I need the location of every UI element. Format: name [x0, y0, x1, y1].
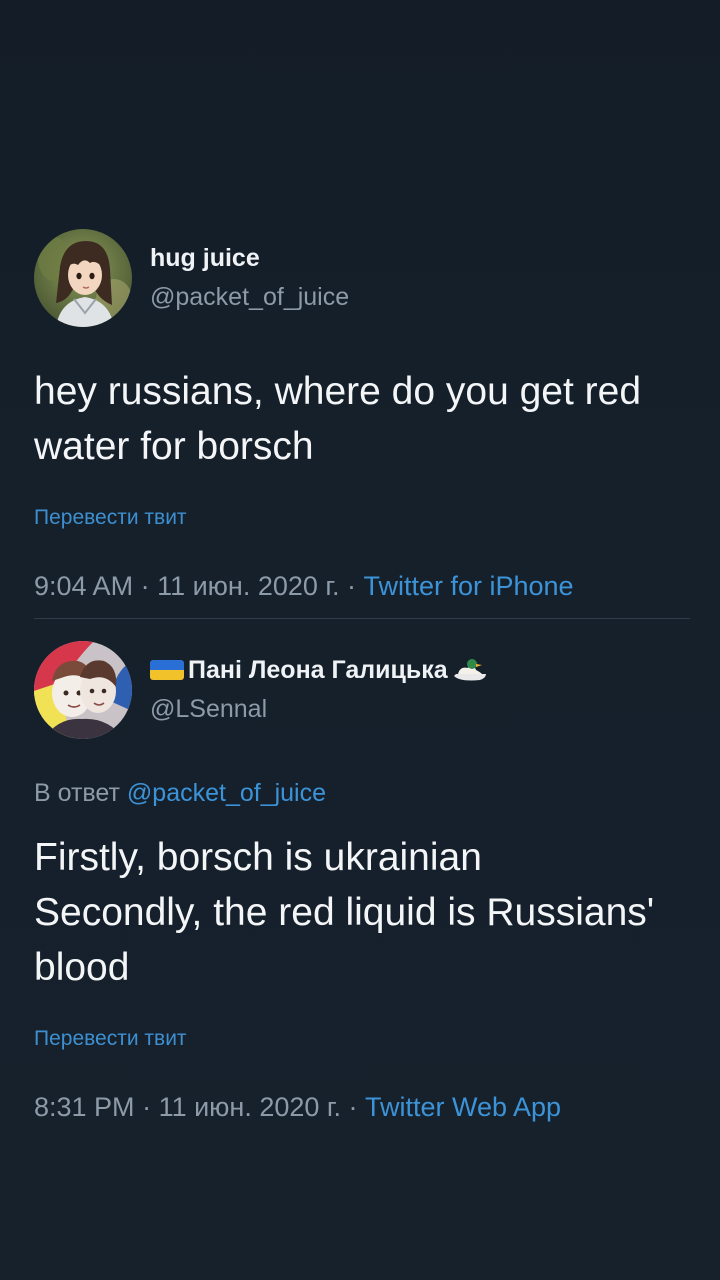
translate-tweet-link[interactable]: Перевести твит: [34, 504, 690, 532]
translate-tweet-link[interactable]: Перевести твит: [34, 1025, 690, 1053]
meta-separator: ·: [133, 571, 158, 601]
tweet-meta: 8:31 PM · 11 июн. 2020 г. · Twitter Web …: [34, 1091, 690, 1123]
tweet-text: hey russians, where do you get red water…: [34, 370, 642, 468]
anime-character-avatar-icon: [34, 641, 132, 739]
ukraine-flag-icon: [150, 660, 184, 680]
avatar[interactable]: [34, 641, 132, 739]
tweet-meta: 9:04 AM · 11 июн. 2020 г. · Twitter for …: [34, 570, 690, 602]
user-names: Пані Леона Галицька @LSennal: [150, 653, 490, 727]
tweet-time[interactable]: 9:04 AM: [34, 571, 133, 601]
tweet-reply: Пані Леона Галицька @LSennal В ответ @pa…: [34, 640, 690, 1123]
divider: [34, 618, 690, 619]
duck-icon: [453, 659, 486, 681]
meta-separator: ·: [340, 1092, 365, 1122]
reply-prefix: В ответ: [34, 779, 127, 807]
tweet-header: Пані Леона Галицька @LSennal: [34, 640, 690, 740]
tweet-source[interactable]: Twitter Web App: [365, 1092, 561, 1122]
user-names: hug juice @packet_of_juice: [150, 241, 349, 315]
tweet-date[interactable]: 11 июн. 2020 г.: [157, 571, 339, 601]
display-name-text[interactable]: Пані Леона Галицька: [188, 653, 448, 687]
meta-separator: ·: [134, 1092, 159, 1122]
display-name[interactable]: Пані Леона Галицька: [150, 653, 490, 687]
user-handle[interactable]: @LSennal: [150, 691, 490, 727]
user-handle[interactable]: @packet_of_juice: [150, 279, 349, 315]
anime-girl-avatar-icon: [34, 229, 132, 327]
meta-separator: ·: [339, 571, 364, 601]
tweet-text: Firstly, borsch is ukrainian Secondly, t…: [34, 836, 655, 989]
tweet-date[interactable]: 11 июн. 2020 г.: [159, 1092, 341, 1122]
reply-to-line: В ответ @packet_of_juice: [34, 778, 690, 808]
avatar[interactable]: [34, 229, 132, 327]
display-name-text[interactable]: hug juice: [150, 241, 260, 275]
tweet-source[interactable]: Twitter for iPhone: [363, 571, 573, 601]
tweet-time[interactable]: 8:31 PM: [34, 1092, 135, 1122]
tweet-original: hug juice @packet_of_juice hey russians,…: [34, 228, 690, 602]
reply-mention-link[interactable]: @packet_of_juice: [127, 779, 326, 807]
tweet-header: hug juice @packet_of_juice: [34, 228, 690, 328]
display-name[interactable]: hug juice: [150, 241, 349, 275]
